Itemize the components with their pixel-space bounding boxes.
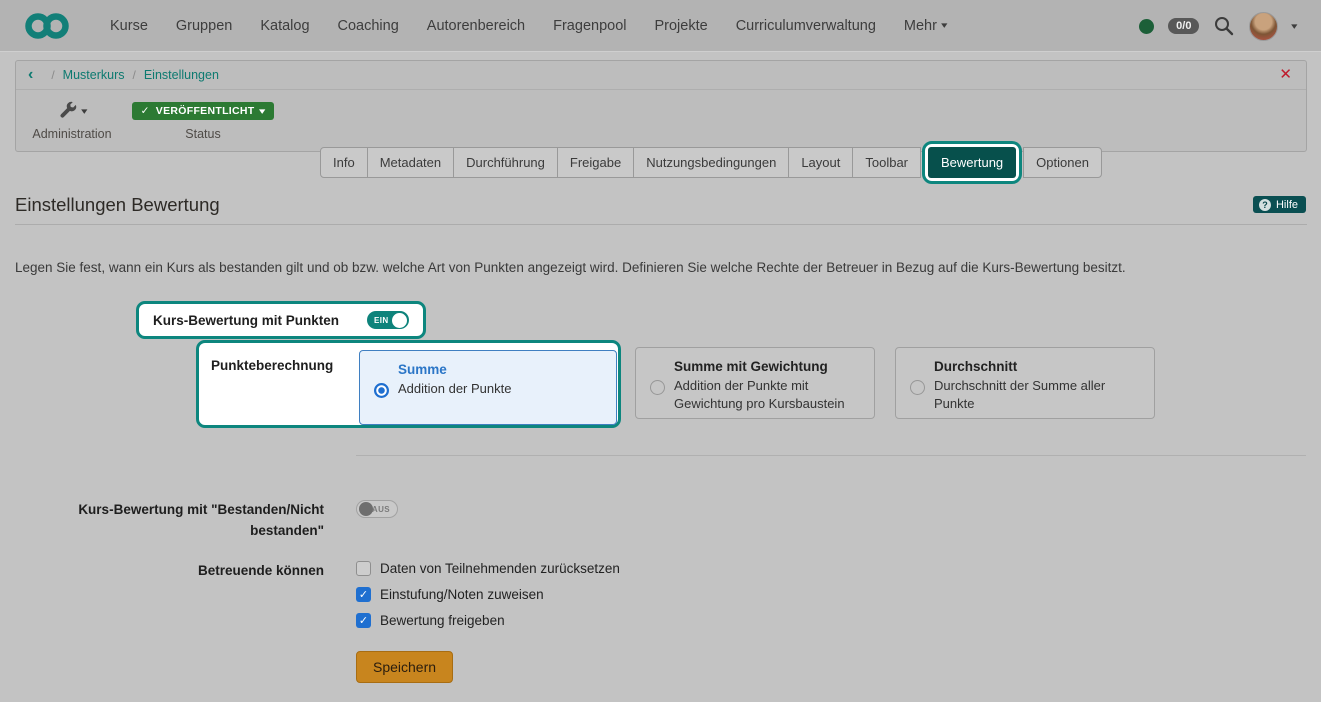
checkbox-checked-icon[interactable]: ✓ [356,613,371,628]
user-menu-chevron-icon[interactable]: ▾ [1292,21,1298,32]
tab-freigabe[interactable]: Freigabe [557,147,634,178]
chevron-down-icon: ▾ [941,20,947,31]
title-divider [15,224,1307,225]
nav-more-label: Mehr [904,18,937,34]
tab-toolbar[interactable]: Toolbar [852,147,921,178]
settings-tabbar: Info Metadaten Durchführung Freigabe Nut… [320,141,1102,184]
course-header-panel: ‹ / Musterkurs / Einstellungen ✕ ▾ Admin… [15,60,1307,152]
breadcrumb-item-musterkurs[interactable]: Musterkurs [63,68,125,82]
tour-highlight-calculation: Punkteberechnung Summe Addition der Punk… [196,340,621,428]
nav-item-kurse[interactable]: Kurse [96,18,162,34]
question-mark-icon: ? [1259,199,1271,211]
header-toolbar: ▾ Administration ✓ VERÖFFENTLICHT ▾ Stat… [16,90,1306,141]
nav-item-autorenbereich[interactable]: Autorenbereich [413,18,539,34]
status-menu-button[interactable]: ✓ VERÖFFENTLICHT ▾ Status [128,98,278,141]
breadcrumb-separator: / [51,68,54,82]
openolat-app: Kurse Gruppen Katalog Coaching Autorenbe… [0,0,1321,702]
nav-item-gruppen[interactable]: Gruppen [162,18,246,34]
tab-nutzungsbedingungen[interactable]: Nutzungsbedingungen [633,147,789,178]
checkbox-row-assign-grades[interactable]: ✓ Einstufung/Noten zuweisen [356,587,620,602]
nav-item-curriculumverwaltung[interactable]: Curriculumverwaltung [722,18,890,34]
radio-unselected-icon[interactable] [910,380,925,395]
calc-option-summe-gewichtung[interactable]: Summe mit Gewichtung Addition der Punkte… [635,347,875,419]
option-description: Addition der Punkte [398,380,604,398]
passed-toggle-label: Kurs-Bewertung mit "Bestanden/Nicht best… [72,500,324,542]
checkbox-checked-icon[interactable]: ✓ [356,587,371,602]
infinity-icon [24,10,70,42]
tab-metadaten[interactable]: Metadaten [367,147,454,178]
toggle-state-text: EIN [374,316,389,325]
option-title: Summe mit Gewichtung [674,359,862,374]
tour-highlight-ring-bewertung: Bewertung [922,141,1022,184]
coach-rights-options: Daten von Teilnehmenden zurücksetzen ✓ E… [356,561,620,628]
radio-selected-icon[interactable] [374,383,389,398]
administration-label: Administration [32,127,111,141]
main-menu: Kurse Gruppen Katalog Coaching Autorenbe… [96,18,960,34]
tab-layout[interactable]: Layout [788,147,853,178]
save-button[interactable]: Speichern [356,651,453,683]
search-icon [1213,15,1235,37]
help-button[interactable]: ? Hilfe [1253,196,1306,213]
passed-toggle[interactable]: AUS [356,500,398,518]
option-description: Addition der Punkte mit Gewichtung pro K… [674,377,862,412]
chevron-down-icon: ▾ [260,106,267,117]
breadcrumb: ‹ / Musterkurs / Einstellungen ✕ [16,61,1306,90]
points-toggle-label: Kurs-Bewertung mit Punkten [153,313,339,328]
status-value: VERÖFFENTLICHT [156,105,255,117]
coach-rights-label: Betreuende können [15,563,324,578]
nav-item-fragenpool[interactable]: Fragenpool [539,18,640,34]
checkbox-label: Daten von Teilnehmenden zurücksetzen [380,561,620,576]
top-navbar: Kurse Gruppen Katalog Coaching Autorenbe… [0,0,1321,52]
openolat-logo[interactable] [24,10,70,42]
presence-status-icon [1139,19,1154,34]
breadcrumb-item-einstellungen[interactable]: Einstellungen [144,68,219,82]
nav-item-coaching[interactable]: Coaching [324,18,413,34]
radio-unselected-icon[interactable] [650,380,665,395]
notification-counter-badge[interactable]: 0/0 [1168,18,1199,34]
status-badge[interactable]: ✓ VERÖFFENTLICHT ▾ [132,102,275,120]
tab-bewertung-active[interactable]: Bewertung [928,147,1016,178]
checkbox-label: Einstufung/Noten zuweisen [380,587,544,602]
search-button[interactable] [1213,15,1235,37]
calc-option-summe[interactable]: Summe Addition der Punkte [359,350,617,425]
tab-optionen[interactable]: Optionen [1023,147,1102,178]
checkbox-label: Bewertung freigeben [380,613,505,628]
navbar-right-cluster: 0/0 ▾ [1139,0,1297,52]
nav-item-katalog[interactable]: Katalog [246,18,323,34]
chevron-down-icon: ▾ [81,106,87,117]
administration-menu-button[interactable]: ▾ Administration [16,98,128,141]
wrench-icon [58,101,78,121]
points-toggle[interactable]: EIN [367,311,409,329]
calculation-label: Punkteberechnung [211,358,333,373]
option-description: Durchschnitt der Summe aller Punkte [934,377,1142,412]
section-divider [356,455,1306,456]
settings-description: Legen Sie fest, wann ein Kurs als bestan… [15,259,1175,278]
close-icon[interactable]: ✕ [1279,65,1292,83]
status-label: Status [185,127,220,141]
tab-info[interactable]: Info [320,147,368,178]
calc-option-durchschnitt[interactable]: Durchschnitt Durchschnitt der Summe alle… [895,347,1155,419]
nav-item-mehr[interactable]: Mehr ▾ [890,18,961,34]
checkbox-row-reset-data[interactable]: Daten von Teilnehmenden zurücksetzen [356,561,620,576]
breadcrumb-separator: / [133,68,136,82]
help-label: Hilfe [1276,199,1298,211]
option-title: Summe [398,362,604,377]
toggle-knob [359,502,373,516]
tour-highlight-points-row: Kurs-Bewertung mit Punkten EIN [136,301,426,339]
toggle-state-text: AUS [372,505,390,514]
option-title: Durchschnitt [934,359,1142,374]
back-chevron-icon[interactable]: ‹ [28,67,33,83]
checkbox-row-release-assessment[interactable]: ✓ Bewertung freigeben [356,613,620,628]
nav-item-projekte[interactable]: Projekte [640,18,721,34]
toggle-knob [392,313,407,328]
user-avatar[interactable] [1249,12,1278,41]
checkbox-unchecked-icon[interactable] [356,561,371,576]
check-icon: ✓ [141,105,150,117]
tab-durchfuehrung[interactable]: Durchführung [453,147,558,178]
page-title: Einstellungen Bewertung [15,194,220,216]
